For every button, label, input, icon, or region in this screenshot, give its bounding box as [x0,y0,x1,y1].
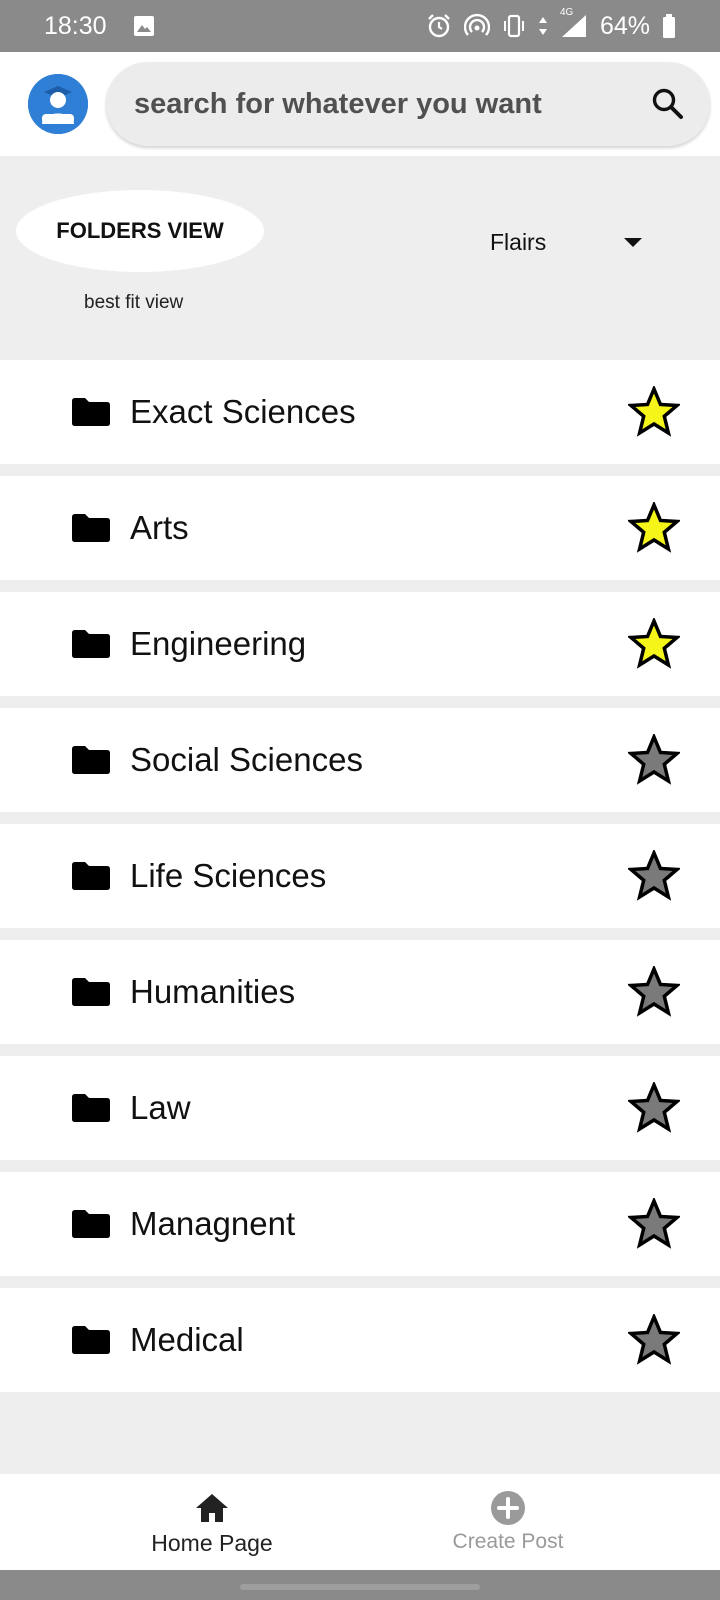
folder-row[interactable]: Arts [0,476,720,580]
star-icon[interactable] [626,384,682,438]
star-icon[interactable] [626,848,682,902]
flairs-dropdown[interactable]: Flairs [490,222,660,262]
status-time: 18:30 [44,11,107,40]
folder-icon [72,978,110,1006]
add-circle-icon [490,1490,526,1526]
star-icon[interactable] [626,964,682,1018]
folder-label: Arts [130,509,189,546]
search-input[interactable]: search for whatever you want [134,62,542,146]
folder-icon [72,398,110,426]
folder-label: Exact Sciences [130,393,356,430]
folders-view-button[interactable]: FOLDERS VIEW [16,190,264,272]
folder-list: Exact Sciences Arts Engineering Social Scie… [0,360,720,1404]
star-icon[interactable] [626,1312,682,1366]
folder-row[interactable]: Social Sciences [0,708,720,812]
folder-icon [72,630,110,658]
user-avatar-icon[interactable] [28,74,88,134]
folder-label: Managnent [130,1205,296,1242]
folder-icon [72,746,110,774]
system-navigation-bar [0,1570,720,1600]
battery-percent: 64% [599,11,650,40]
nav-create-post[interactable]: Create Post [398,1474,618,1570]
folder-icon [72,862,110,890]
star-icon[interactable] [626,500,682,554]
data-arrows-icon [538,15,548,37]
image-icon [133,15,155,37]
vibrate-icon [502,13,526,39]
search-bar[interactable]: search for whatever you want [106,62,710,146]
flairs-selected-value: Flairs [490,228,547,255]
folder-label: Law [130,1089,191,1126]
folder-row[interactable]: Medical [0,1288,720,1392]
star-icon[interactable] [626,1080,682,1134]
folder-label: Humanities [130,973,296,1010]
folder-row[interactable]: Law [0,1056,720,1160]
nav-home[interactable]: Home Page [102,1474,322,1570]
folder-icon [72,1094,110,1122]
star-icon[interactable] [626,1196,682,1250]
folder-label: Social Sciences [130,741,363,778]
folder-label: Medical [130,1321,244,1358]
folder-icon [72,1210,110,1238]
best-fit-view-link[interactable]: best fit view [84,292,183,314]
status-icons: 4G 64% [426,7,676,41]
home-icon [194,1490,230,1526]
folder-icon [72,1326,110,1354]
folder-icon [72,514,110,542]
hotspot-icon [463,13,490,39]
folder-row[interactable]: Life Sciences [0,824,720,928]
star-icon[interactable] [626,616,682,670]
nav-create-label: Create Post [452,1530,564,1553]
search-icon[interactable] [648,84,688,124]
caret-down-icon [624,237,642,247]
folder-row[interactable]: Exact Sciences [0,360,720,464]
view-controls: FOLDERS VIEW best fit view Flairs [0,156,720,360]
gesture-handle[interactable] [240,1584,480,1590]
folder-row[interactable]: Engineering [0,592,720,696]
battery-icon [662,13,676,39]
status-bar: 18:30 4G 64% [0,0,720,52]
app-header: search for whatever you want [0,52,720,156]
signal-4g-icon: 4G [560,7,588,39]
bottom-navigation: Home Page Create Post [0,1474,720,1570]
star-icon[interactable] [626,732,682,786]
folder-label: Life Sciences [130,857,327,894]
folder-row[interactable]: Managnent [0,1172,720,1276]
nav-home-label: Home Page [151,1530,273,1556]
folder-label: Engineering [130,625,307,662]
folder-row[interactable]: Humanities [0,940,720,1044]
network-type: 4G [559,7,574,18]
folders-view-label: FOLDERS VIEW [56,218,224,243]
alarm-icon [426,13,452,39]
